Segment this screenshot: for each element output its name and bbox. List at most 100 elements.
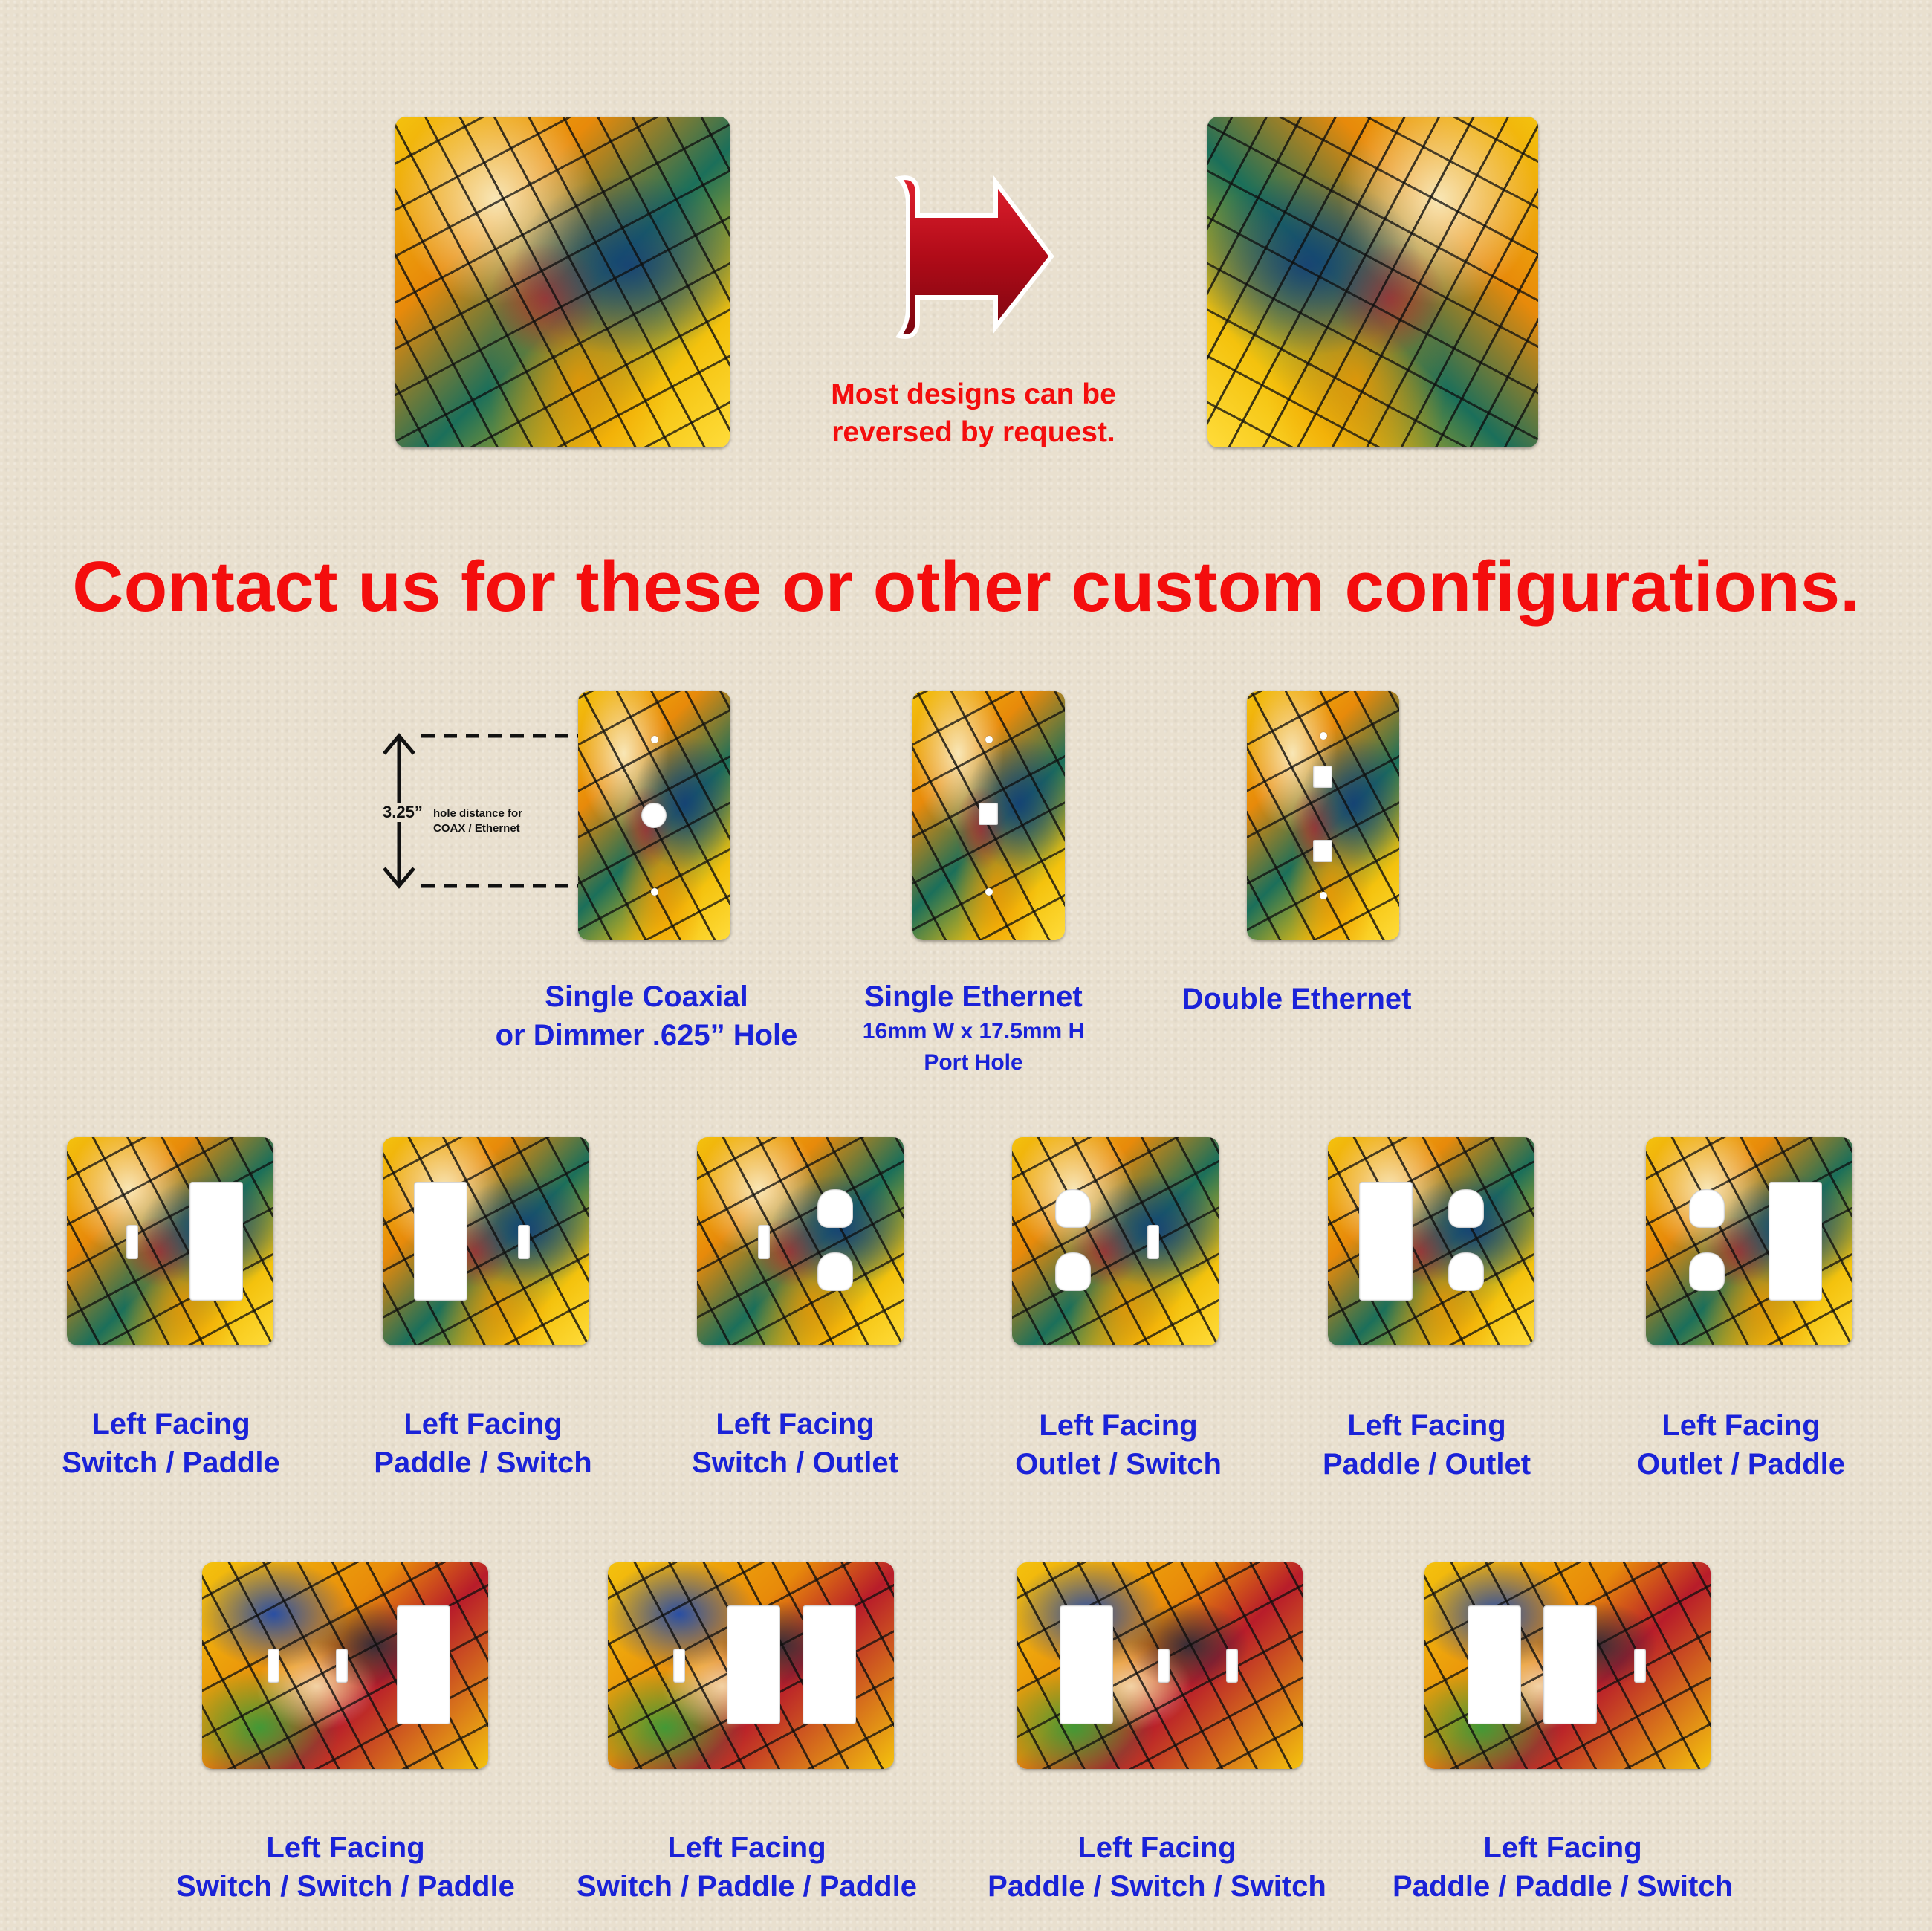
reverse-arrow-icon <box>894 175 1054 339</box>
toggle-switch-hole <box>1634 1649 1646 1683</box>
toggle-switch-hole <box>1147 1225 1159 1259</box>
screw <box>1320 732 1327 740</box>
toggle-switch-hole <box>268 1649 279 1683</box>
plate-switch-switch-paddle <box>202 1562 488 1769</box>
reverse-note: Most designs can be reversed by request. <box>773 375 1174 451</box>
toggle-switch-hole <box>1226 1649 1238 1683</box>
label-line1: Single Ethernet <box>864 980 1083 1013</box>
plate-double-ethernet <box>1247 691 1399 940</box>
screw <box>1320 892 1327 899</box>
dimension-value: 3.25” <box>383 803 423 822</box>
label-line2: Outlet / Switch <box>1015 1448 1222 1481</box>
reverse-note-line1: Most designs can be <box>831 378 1116 410</box>
label-paddle-switch: Left Facing Paddle / Switch <box>334 1405 632 1482</box>
outlet-hole <box>1055 1252 1091 1291</box>
plate-switch-paddle <box>67 1137 273 1345</box>
dimension-text-line1: hole distance for <box>433 807 523 820</box>
label-single-ethernet: Single Ethernet 16mm W x 17.5mm H Port H… <box>825 977 1122 1078</box>
ethernet-port-hole <box>979 803 998 825</box>
label-line2: Switch / Switch / Paddle <box>176 1870 515 1903</box>
paddle-hole <box>1468 1605 1521 1724</box>
toggle-switch-hole <box>673 1649 685 1683</box>
dimension-text-line2: COAX / Ethernet <box>433 822 520 835</box>
paddle-hole <box>189 1182 243 1301</box>
screw <box>985 888 993 896</box>
label-line1: Left Facing <box>91 1408 250 1440</box>
label-paddle-outlet: Left Facing Paddle / Outlet <box>1278 1406 1575 1484</box>
label-line2: Switch / Paddle <box>62 1446 280 1479</box>
ethernet-port-hole <box>1313 766 1332 788</box>
label-paddle-paddle-switch: Left Facing Paddle / Paddle / Switch <box>1366 1828 1760 1906</box>
paddle-hole <box>1359 1182 1413 1301</box>
label-single-coaxial: Single Coaxial or Dimmer .625” Hole <box>461 977 832 1055</box>
label-switch-switch-paddle: Left Facing Switch / Switch / Paddle <box>149 1828 542 1906</box>
outlet-hole <box>1689 1252 1725 1291</box>
toggle-switch-hole <box>518 1225 530 1259</box>
label-line1: Left Facing <box>1662 1409 1821 1442</box>
label-line2: or Dimmer .625” Hole <box>495 1019 798 1052</box>
label-line1: Left Facing <box>1483 1831 1642 1864</box>
coax-hole <box>641 803 667 828</box>
label-line3: Port Hole <box>924 1050 1023 1075</box>
label-switch-outlet: Left Facing Switch / Outlet <box>646 1405 944 1482</box>
label-line2: Switch / Outlet <box>692 1446 898 1479</box>
plate-outlet-switch <box>1012 1137 1219 1345</box>
label-line2: Paddle / Switch <box>374 1446 592 1479</box>
plate-switch-paddle-paddle <box>608 1562 894 1769</box>
outlet-hole <box>817 1252 853 1291</box>
plate-switch-outlet <box>697 1137 904 1345</box>
label-line2: Paddle / Switch / Switch <box>988 1870 1326 1903</box>
paddle-hole <box>1060 1605 1113 1724</box>
toggle-switch-hole <box>758 1225 770 1259</box>
paddle-hole <box>414 1182 467 1301</box>
label-line1: Left Facing <box>667 1831 826 1864</box>
original-plate-image <box>395 117 730 447</box>
screw <box>985 736 993 743</box>
label-line1: Left Facing <box>1077 1831 1236 1864</box>
dimension-callout: 3.25” hole distance for COAX / Ethernet <box>375 728 598 892</box>
label-line2: Outlet / Paddle <box>1636 1448 1846 1481</box>
paddle-hole <box>397 1605 450 1724</box>
label-outlet-switch: Left Facing Outlet / Switch <box>970 1406 1267 1484</box>
paddle-hole <box>803 1605 856 1724</box>
screw <box>651 736 658 743</box>
label-line2: 16mm W x 17.5mm H <box>862 1019 1085 1044</box>
plate-paddle-paddle-switch <box>1424 1562 1711 1769</box>
label-paddle-switch-switch: Left Facing Paddle / Switch / Switch <box>960 1828 1354 1906</box>
toggle-switch-hole <box>126 1225 138 1259</box>
reverse-note-line2: reversed by request. <box>832 416 1115 448</box>
label-outlet-paddle: Left Facing Outlet / Paddle <box>1592 1406 1890 1484</box>
label-line2: Paddle / Paddle / Switch <box>1393 1870 1733 1903</box>
label-line2: Switch / Paddle / Paddle <box>577 1870 917 1903</box>
outlet-hole <box>1448 1189 1484 1228</box>
reversed-plate-image <box>1208 117 1538 447</box>
label-line1: Left Facing <box>266 1831 425 1864</box>
label-switch-paddle: Left Facing Switch / Paddle <box>22 1405 320 1482</box>
label-line1: Left Facing <box>1039 1409 1198 1442</box>
paddle-hole <box>727 1605 780 1724</box>
label-switch-paddle-paddle: Left Facing Switch / Paddle / Paddle <box>550 1828 944 1906</box>
label-double-ethernet: Double Ethernet <box>1148 980 1445 1018</box>
outlet-hole <box>1689 1189 1725 1228</box>
toggle-switch-hole <box>336 1649 348 1683</box>
label-line1: Left Facing <box>716 1408 875 1440</box>
label-line1: Left Facing <box>403 1408 563 1440</box>
plate-single-ethernet <box>912 691 1065 940</box>
plate-outlet-paddle <box>1646 1137 1852 1345</box>
outlet-hole <box>817 1189 853 1228</box>
label-line1: Left Facing <box>1347 1409 1506 1442</box>
plate-single-coaxial <box>578 691 730 940</box>
outlet-hole <box>1448 1252 1484 1291</box>
label-line1: Double Ethernet <box>1181 983 1412 1015</box>
label-line2: Paddle / Outlet <box>1322 1448 1531 1481</box>
paddle-hole <box>1769 1182 1822 1301</box>
toggle-switch-hole <box>1158 1649 1170 1683</box>
plate-paddle-outlet <box>1328 1137 1534 1345</box>
plate-paddle-switch-switch <box>1017 1562 1303 1769</box>
ethernet-port-hole <box>1313 840 1332 862</box>
outlet-hole <box>1055 1189 1091 1228</box>
label-line1: Single Coaxial <box>545 980 748 1013</box>
paddle-hole <box>1543 1605 1597 1724</box>
screw <box>651 888 658 896</box>
plate-paddle-switch <box>383 1137 589 1345</box>
